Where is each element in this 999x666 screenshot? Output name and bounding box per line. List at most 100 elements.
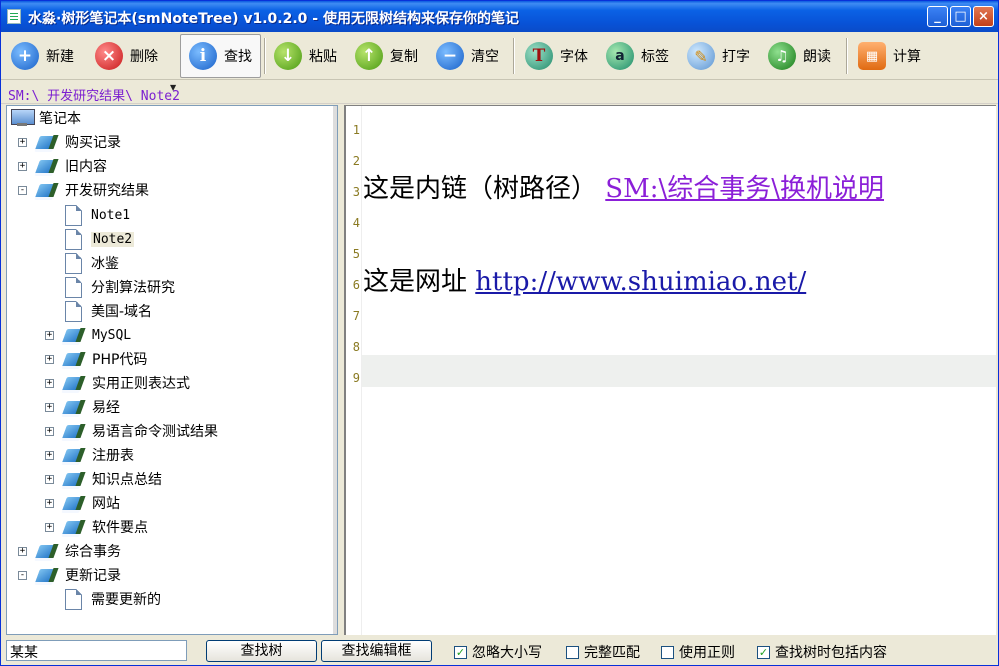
ignore-case-checkbox[interactable]: ✓ 忽略大小写 — [454, 642, 542, 662]
search-bar: 某某 查找树 查找编辑框 ✓ 忽略大小写 完整匹配 使用正则 ✓ 查找树时包括内… — [1, 637, 998, 665]
line-number: 8 — [352, 340, 360, 354]
clear-label: 清空 — [471, 49, 499, 65]
expand-icon[interactable]: + — [45, 498, 54, 508]
book-icon — [64, 398, 86, 416]
minimize-button[interactable]: _ — [927, 6, 948, 27]
tree-folder[interactable]: + 易语言命令测试结果 — [45, 420, 218, 442]
delete-label: 删除 — [130, 49, 158, 65]
calculator-icon: ▦ — [858, 42, 886, 70]
expand-icon[interactable]: + — [45, 330, 54, 340]
web-url-link[interactable]: http://www.shuimiao.net/ — [475, 267, 806, 297]
collapse-icon[interactable]: - — [18, 185, 27, 195]
delete-button[interactable]: × 删除 — [87, 34, 158, 78]
toolbar-separator — [513, 38, 515, 74]
expand-icon[interactable]: + — [18, 137, 27, 147]
find-tree-button[interactable]: 查找树 — [206, 640, 317, 662]
tree-note[interactable]: 美国-域名 — [65, 300, 152, 322]
line-number: 2 — [352, 154, 360, 168]
paste-label: 粘贴 — [309, 49, 337, 65]
editor-line-6: 这是网址 http://www.shuimiao.net/ — [363, 261, 806, 298]
tag-button[interactable]: a 标签 — [598, 34, 669, 78]
expand-icon[interactable]: + — [45, 522, 54, 532]
expand-icon[interactable]: + — [45, 402, 54, 412]
type-button[interactable]: ✎ 打字 — [679, 34, 750, 78]
tree-note-selected[interactable]: Note2 — [65, 228, 135, 250]
document-icon — [65, 252, 82, 274]
tree-scrollbar[interactable] — [333, 106, 337, 634]
tag-icon: a — [606, 42, 634, 70]
book-icon — [64, 446, 86, 464]
tree-folder[interactable]: + 易经 — [45, 396, 120, 418]
tree-folder[interactable]: + MySQL — [45, 324, 131, 346]
book-icon — [64, 470, 86, 488]
font-button[interactable]: T 字体 — [517, 34, 588, 78]
book-icon — [37, 181, 59, 199]
tree-folder[interactable]: - 更新记录 — [18, 564, 121, 586]
tree-folder[interactable]: + PHP代码 — [45, 348, 147, 370]
expand-icon[interactable]: + — [45, 450, 54, 460]
line-number: 3 — [352, 185, 360, 199]
use-regex-checkbox[interactable]: 使用正则 — [661, 642, 735, 662]
tree-path-link[interactable]: SM:\综合事务\换机说明 — [605, 174, 884, 204]
book-icon — [37, 566, 59, 584]
book-icon — [64, 350, 86, 368]
collapse-icon[interactable]: - — [18, 570, 27, 580]
document-icon — [65, 204, 82, 226]
maximize-button[interactable]: □ — [950, 6, 971, 27]
checkbox-empty-icon — [661, 645, 674, 659]
line-number: 9 — [352, 371, 360, 385]
tree-folder[interactable]: + 注册表 — [45, 444, 134, 466]
url-caption: 这是网址 — [363, 267, 468, 297]
include-content-checkbox[interactable]: ✓ 查找树时包括内容 — [757, 642, 887, 662]
tree-note[interactable]: 需要更新的 — [65, 588, 161, 610]
expand-icon[interactable]: + — [45, 354, 54, 364]
tree-folder[interactable]: + 综合事务 — [18, 540, 121, 562]
expand-icon[interactable]: + — [18, 161, 27, 171]
expand-icon[interactable]: + — [18, 546, 27, 556]
close-button[interactable]: × — [973, 6, 994, 27]
calc-button[interactable]: ▦ 计算 — [850, 34, 921, 78]
font-icon: T — [525, 42, 553, 70]
expand-icon[interactable]: + — [45, 378, 54, 388]
book-icon — [64, 374, 86, 392]
tree-folder[interactable]: + 网站 — [45, 492, 120, 514]
tree-folder[interactable]: + 软件要点 — [45, 516, 148, 538]
tree-root[interactable]: 笔记本 — [11, 107, 81, 129]
tree-folder[interactable]: + 知识点总结 — [45, 468, 162, 490]
expand-icon[interactable]: + — [45, 474, 54, 484]
tree-folder[interactable]: + 旧内容 — [18, 155, 107, 177]
paste-button[interactable]: ↓ 粘贴 — [266, 34, 337, 78]
title-bar: 水淼·树形笔记本(smNoteTree) v1.0.2.0 - 使用无限树结构来… — [1, 1, 998, 32]
whole-match-checkbox[interactable]: 完整匹配 — [566, 642, 640, 662]
search-input[interactable]: 某某 — [6, 640, 187, 661]
copy-button[interactable]: ↑ 复制 — [347, 34, 418, 78]
tree-note[interactable]: 冰鉴 — [65, 252, 119, 274]
document-icon — [65, 300, 82, 322]
font-label: 字体 — [560, 49, 588, 65]
tree-note[interactable]: Note1 — [65, 204, 130, 226]
line-number: 7 — [352, 309, 360, 323]
current-line-highlight — [362, 355, 996, 387]
note-tree[interactable]: 笔记本 + 购买记录 + 旧内容 - 开发研究结果 Note1 Note2 冰鉴 — [6, 105, 338, 635]
tree-folder[interactable]: - 开发研究结果 — [18, 179, 149, 201]
read-button[interactable]: ♫ 朗读 — [760, 34, 831, 78]
new-label: 新建 — [46, 49, 74, 65]
delete-x-icon: × — [95, 42, 123, 70]
toolbar: + 新建 × 删除 ▼ i 查找 ↓ 粘贴 ↑ 复制 − 清空 T 字体 a 标… — [1, 32, 998, 92]
headphones-icon: ♫ — [768, 42, 796, 70]
expand-icon[interactable]: + — [45, 426, 54, 436]
tree-folder[interactable]: + 购买记录 — [18, 131, 121, 153]
tag-label: 标签 — [641, 49, 669, 65]
new-button[interactable]: + 新建 — [3, 34, 74, 78]
document-icon — [65, 276, 82, 298]
tree-folder[interactable]: + 实用正则表达式 — [45, 372, 190, 394]
type-label: 打字 — [722, 49, 750, 65]
line-number: 5 — [352, 247, 360, 261]
note-editor[interactable]: 1 2 3 4 5 6 7 8 9 这是内链（树路径） SM:\综合事务\换机说… — [344, 105, 996, 635]
find-editor-button[interactable]: 查找编辑框 — [321, 640, 432, 662]
book-icon — [64, 326, 86, 344]
tree-note[interactable]: 分割算法研究 — [65, 276, 175, 298]
find-button[interactable]: i 查找 — [180, 34, 261, 78]
clear-button[interactable]: − 清空 — [428, 34, 499, 78]
book-icon — [37, 542, 59, 560]
